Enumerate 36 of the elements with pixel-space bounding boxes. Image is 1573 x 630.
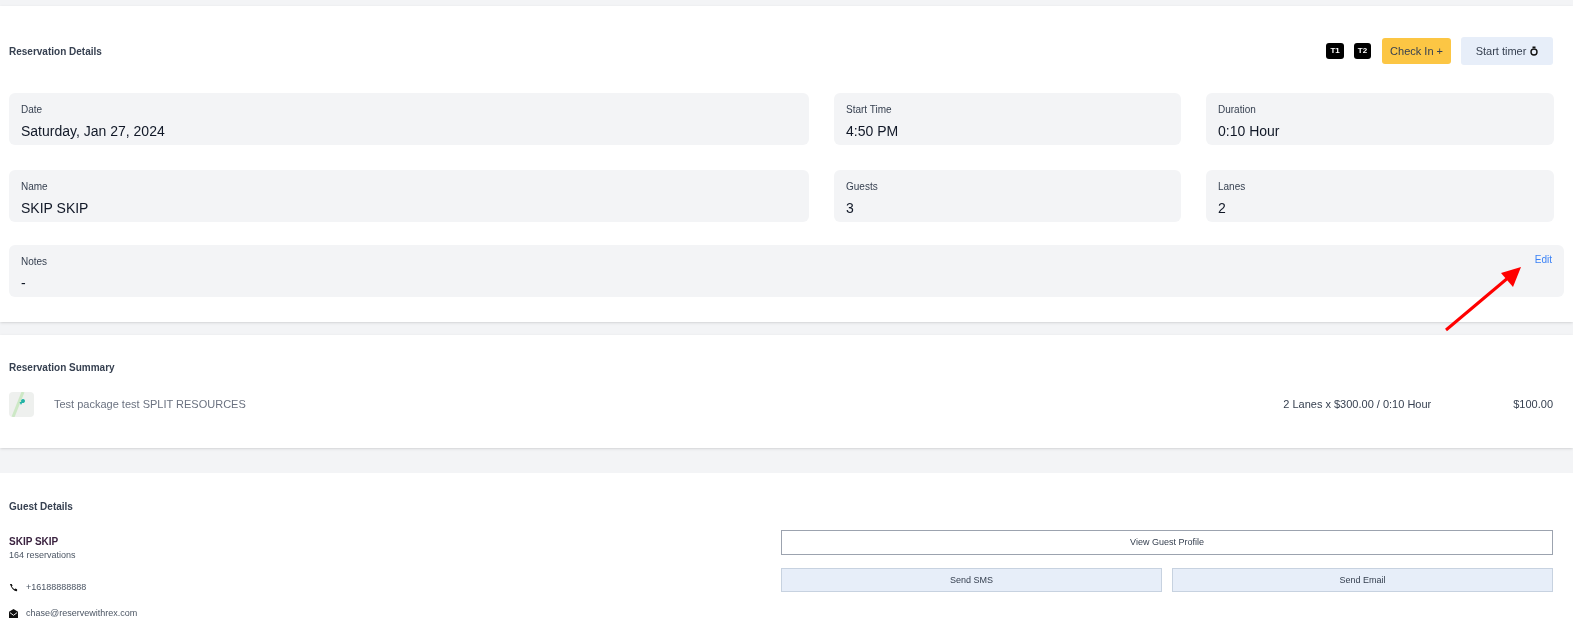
guest-phone: +16188888888 [26,580,87,594]
check-in-button[interactable]: Check In + [1382,38,1451,64]
field-label: Date [21,103,44,117]
edit-link[interactable]: Edit [1534,252,1552,267]
field-label: Start Time [846,103,893,117]
package-name: Test package test SPLIT RESOURCES [54,397,247,413]
section-title: Reservation Summary [9,361,116,375]
field-label: Lanes [1218,180,1247,194]
package-detail: 2 Lanes x $300.00 / 0:10 Hour [1283,397,1433,413]
stopwatch-icon [1530,46,1539,56]
field-value: Saturday, Jan 27, 2024 [21,122,166,141]
field-value: 3 [846,199,855,218]
envelope-icon [9,609,18,619]
start-timer-button[interactable]: Start timer [1461,37,1553,65]
field-value: 4:50 PM [846,122,900,141]
field-value: 2 [1218,199,1227,218]
phone-icon [9,582,18,592]
field-label: Notes [21,255,48,269]
send-email-button[interactable]: Send Email [1172,568,1553,593]
field-value: - [21,274,27,293]
section-title: Guest Details [9,500,74,514]
send-sms-button[interactable]: Send SMS [781,568,1162,593]
field-label: Duration [1218,103,1257,117]
tag-badge: T1 [1326,43,1344,59]
field-label: Name [21,180,49,194]
field-label: Guests [846,180,879,194]
field-value: 0:10 Hour [1218,122,1281,141]
map-icon [9,392,34,417]
guest-name: SKIP SKIP [9,535,60,549]
field-value: SKIP SKIP [21,199,90,218]
package-price: $100.00 [1513,397,1553,413]
reservation-count: 164 reservations [9,549,77,562]
section-title: Reservation Details [9,44,102,59]
view-profile-button[interactable]: View Guest Profile [781,530,1553,556]
tag-badge: T2 [1353,43,1372,59]
guest-email: chase@reservewithrex.com [26,607,138,620]
